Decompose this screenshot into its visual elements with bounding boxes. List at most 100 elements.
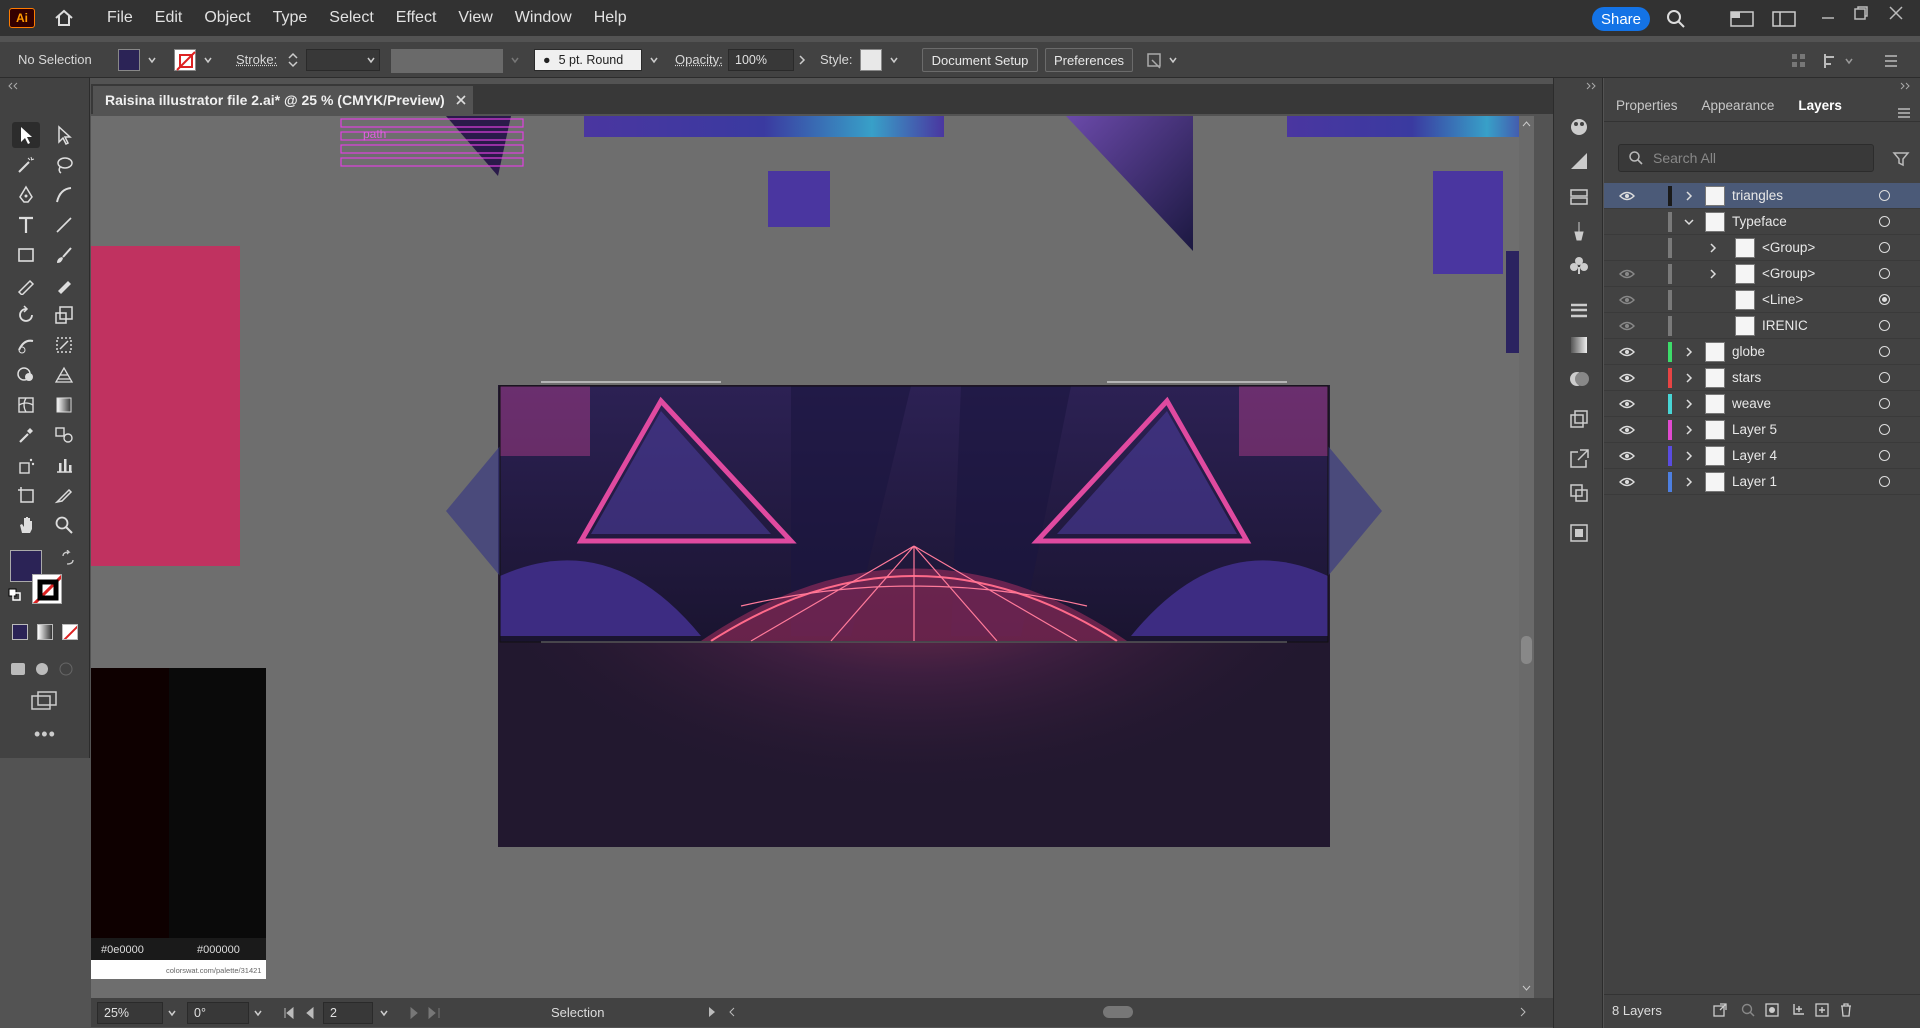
slice-tool-icon[interactable]: [50, 482, 78, 508]
layer-row-typeface[interactable]: Typeface: [1604, 209, 1920, 235]
chevron-down-icon[interactable]: [889, 55, 899, 65]
arrange-documents-icon[interactable]: [1730, 10, 1754, 28]
preferences-button[interactable]: Preferences: [1045, 48, 1133, 72]
artboards-panel-icon[interactable]: [1568, 482, 1590, 504]
color-panel-icon[interactable]: [1568, 116, 1590, 138]
menu-select[interactable]: Select: [329, 9, 373, 27]
layer-row-weave[interactable]: weave: [1604, 391, 1920, 417]
target-icon[interactable]: [1879, 476, 1890, 487]
delete-layer-icon[interactable]: [1838, 1002, 1854, 1018]
eye-icon[interactable]: [1619, 396, 1635, 412]
eyedropper-tool-icon[interactable]: [12, 422, 40, 448]
chevron-right-icon[interactable]: [1683, 476, 1695, 488]
eye-icon[interactable]: [1619, 344, 1635, 360]
layer-row-irenic[interactable]: IRENIC: [1604, 313, 1920, 339]
screen-mode-icon[interactable]: [30, 690, 58, 712]
chevron-down-icon[interactable]: [1683, 216, 1695, 228]
share-button[interactable]: Share: [1592, 7, 1650, 31]
direct-selection-tool-icon[interactable]: [50, 122, 78, 148]
close-window-icon[interactable]: [1888, 5, 1904, 21]
scroll-down-icon[interactable]: [1521, 984, 1532, 992]
restore-icon[interactable]: [1853, 5, 1869, 21]
chevron-right-icon[interactable]: [797, 54, 807, 66]
brush-definition[interactable]: ● 5 pt. Round: [534, 49, 642, 71]
chevron-down-icon[interactable]: [379, 1008, 389, 1018]
perspective-grid-tool-icon[interactable]: [50, 362, 78, 388]
fill-swatch[interactable]: [118, 49, 140, 71]
layer-row-layer-5[interactable]: Layer 5: [1604, 417, 1920, 443]
collect-for-export-icon[interactable]: [1712, 1002, 1728, 1018]
chevron-right-icon[interactable]: [1683, 190, 1695, 202]
swap-fill-stroke-icon[interactable]: [60, 550, 76, 566]
artboard-tool-icon[interactable]: [12, 482, 40, 508]
variable-width-profile[interactable]: [391, 49, 503, 73]
zoom-field[interactable]: 25%: [97, 1002, 163, 1024]
layer-row-group-1[interactable]: <Group>: [1604, 235, 1920, 261]
chevron-right-icon[interactable]: [1683, 372, 1695, 384]
tab-layers[interactable]: Layers: [1786, 92, 1854, 121]
eye-icon[interactable]: [1619, 422, 1635, 438]
blend-tool-icon[interactable]: [50, 422, 78, 448]
zoom-tool-icon[interactable]: [50, 512, 78, 538]
collapse-dock-icon[interactable]: [1898, 82, 1912, 90]
mesh-tool-icon[interactable]: [12, 392, 40, 418]
chevron-down-icon[interactable]: [167, 1008, 177, 1018]
control-menu-icon[interactable]: [1882, 52, 1900, 70]
target-icon[interactable]: [1879, 216, 1890, 227]
filter-icon[interactable]: [1892, 150, 1910, 168]
document-setup-button[interactable]: Document Setup: [922, 48, 1038, 72]
target-icon[interactable]: [1879, 190, 1890, 201]
clipping-mask-icon[interactable]: [1764, 1002, 1780, 1018]
edit-toolbar-icon[interactable]: •••: [34, 724, 56, 745]
paintbrush-tool-icon[interactable]: [50, 242, 78, 268]
scroll-up-icon[interactable]: [1521, 120, 1532, 128]
stroke-color-box[interactable]: [32, 574, 62, 604]
locate-object-icon[interactable]: [1740, 1002, 1756, 1018]
symbols-icon[interactable]: [1568, 254, 1590, 276]
menu-object[interactable]: Object: [204, 9, 250, 27]
graphic-style-swatch[interactable]: [860, 49, 882, 71]
curvature-tool-icon[interactable]: [50, 182, 78, 208]
layer-row-layer-1[interactable]: Layer 1: [1604, 469, 1920, 495]
vertical-scroll-thumb[interactable]: [1521, 636, 1532, 664]
target-icon[interactable]: [1879, 320, 1890, 331]
rectangle-tool-icon[interactable]: [12, 242, 40, 268]
rotation-field[interactable]: 0°: [187, 1002, 249, 1024]
export-asset-icon[interactable]: [1568, 408, 1590, 430]
opacity-label[interactable]: Opacity:: [675, 52, 723, 67]
free-transform-tool-icon[interactable]: [50, 332, 78, 358]
chevron-down-icon[interactable]: [147, 55, 157, 65]
status-menu-icon[interactable]: [707, 1006, 717, 1018]
symbol-sprayer-tool-icon[interactable]: [12, 452, 40, 478]
menu-type[interactable]: Type: [273, 9, 308, 27]
collapse-panel-icon[interactable]: [1584, 82, 1598, 90]
horizontal-scroll-thumb[interactable]: [1103, 1006, 1133, 1018]
eraser-pencil-tool-icon[interactable]: [50, 272, 78, 298]
menu-effect[interactable]: Effect: [396, 9, 437, 27]
eye-icon[interactable]: [1619, 448, 1635, 464]
vertical-scrollbar[interactable]: [1519, 116, 1534, 998]
transform-icon[interactable]: [1822, 52, 1856, 70]
chevron-right-icon[interactable]: [1707, 242, 1719, 254]
target-icon[interactable]: [1879, 450, 1890, 461]
eye-icon[interactable]: [1619, 188, 1635, 204]
rotate-tool-icon[interactable]: [12, 302, 40, 328]
target-icon[interactable]: [1879, 294, 1890, 305]
target-icon[interactable]: [1879, 346, 1890, 357]
menu-view[interactable]: View: [458, 9, 492, 27]
align-icon[interactable]: [1790, 52, 1808, 70]
lasso-tool-icon[interactable]: [50, 152, 78, 178]
chevron-down-icon[interactable]: [649, 55, 659, 65]
chevron-down-icon[interactable]: [366, 55, 376, 65]
tab-properties[interactable]: Properties: [1604, 92, 1690, 121]
target-icon[interactable]: [1879, 424, 1890, 435]
tab-appearance[interactable]: Appearance: [1690, 92, 1787, 121]
eye-icon[interactable]: [1619, 318, 1635, 334]
eye-icon[interactable]: [1619, 292, 1635, 308]
gradient-panel-icon[interactable]: [1568, 334, 1590, 356]
search-icon[interactable]: [1665, 8, 1687, 30]
layer-row-group-2[interactable]: <Group>: [1604, 261, 1920, 287]
stroke-stepper-icon[interactable]: [287, 50, 299, 70]
chevron-down-icon[interactable]: [253, 1008, 263, 1018]
chevron-right-icon[interactable]: [1707, 268, 1719, 280]
